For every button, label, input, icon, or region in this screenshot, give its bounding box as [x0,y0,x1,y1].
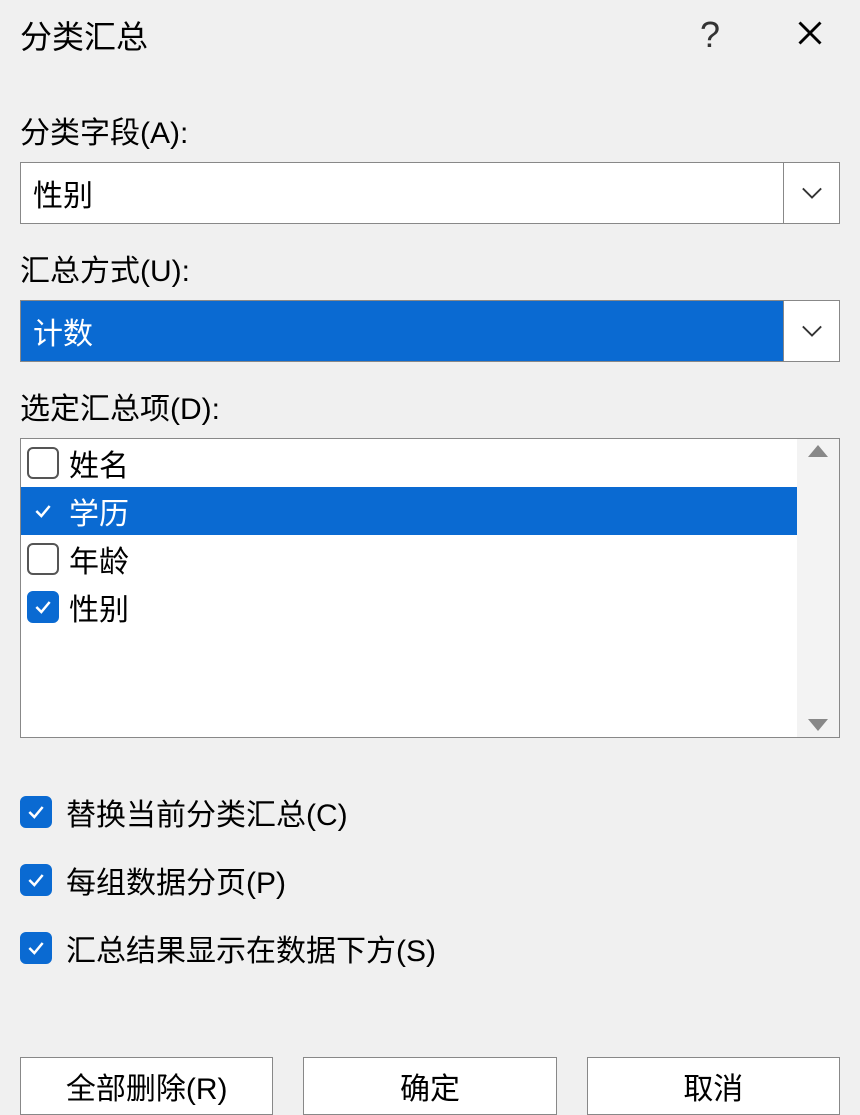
ok-button[interactable]: 确定 [303,1057,556,1115]
scroll-down-icon[interactable] [808,719,828,731]
dialog-body: 分类字段(A): 性别 汇总方式(U): 计数 选定汇总项(D): 姓名学历年龄… [0,70,860,1037]
option-checkbox[interactable] [20,932,52,964]
cancel-button[interactable]: 取消 [587,1057,840,1115]
check-icon [26,802,46,822]
category-field-label: 分类字段(A): [20,108,840,152]
combo-dropdown-arrow[interactable] [783,301,839,361]
dialog-title: 分类汇总 [20,12,680,58]
selected-items-label: 选定汇总项(D): [20,384,840,428]
list-item[interactable]: 性别 [21,583,797,631]
option-checkbox[interactable] [20,796,52,828]
option-row[interactable]: 替换当前分类汇总(C) [20,778,840,846]
category-field-combo[interactable]: 性别 [20,162,840,224]
item-label: 性别 [69,585,129,629]
check-icon [33,501,53,521]
option-checkbox[interactable] [20,864,52,896]
items-listbox[interactable]: 姓名学历年龄性别 [20,438,840,738]
option-label: 替换当前分类汇总(C) [66,790,348,834]
titlebar: 分类汇总 ? [0,0,860,70]
combo-dropdown-arrow[interactable] [783,163,839,223]
subtotal-dialog: 分类汇总 ? 分类字段(A): 性别 汇总方式(U): 计数 选定汇总项(D):… [0,0,860,1115]
remove-all-button[interactable]: 全部删除(R) [20,1057,273,1115]
check-icon [26,938,46,958]
list-item[interactable]: 学历 [21,487,797,535]
close-button[interactable] [780,19,840,52]
item-label: 学历 [69,489,129,533]
options-group: 替换当前分类汇总(C) 每组数据分页(P) 汇总结果显示在数据下方(S) [20,778,840,982]
close-icon [796,19,824,47]
category-field-value: 性别 [21,163,783,223]
option-label: 汇总结果显示在数据下方(S) [66,926,436,970]
listbox-scrollbar[interactable] [797,439,839,737]
item-label: 姓名 [69,441,129,485]
items-list: 姓名学历年龄性别 [21,439,797,737]
option-row[interactable]: 每组数据分页(P) [20,846,840,914]
list-item[interactable]: 年龄 [21,535,797,583]
item-checkbox[interactable] [27,543,59,575]
option-label: 每组数据分页(P) [66,858,286,902]
item-checkbox[interactable] [27,495,59,527]
check-icon [26,870,46,890]
help-button[interactable]: ? [680,14,740,56]
summary-method-value: 计数 [21,301,783,361]
item-checkbox[interactable] [27,591,59,623]
dialog-footer: 全部删除(R) 确定 取消 [0,1037,860,1115]
chevron-down-icon [801,186,823,200]
summary-method-combo[interactable]: 计数 [20,300,840,362]
check-icon [33,597,53,617]
summary-method-label: 汇总方式(U): [20,246,840,290]
scroll-up-icon[interactable] [808,445,828,457]
chevron-down-icon [801,324,823,338]
item-checkbox[interactable] [27,447,59,479]
item-label: 年龄 [69,537,129,581]
list-item[interactable]: 姓名 [21,439,797,487]
option-row[interactable]: 汇总结果显示在数据下方(S) [20,914,840,982]
